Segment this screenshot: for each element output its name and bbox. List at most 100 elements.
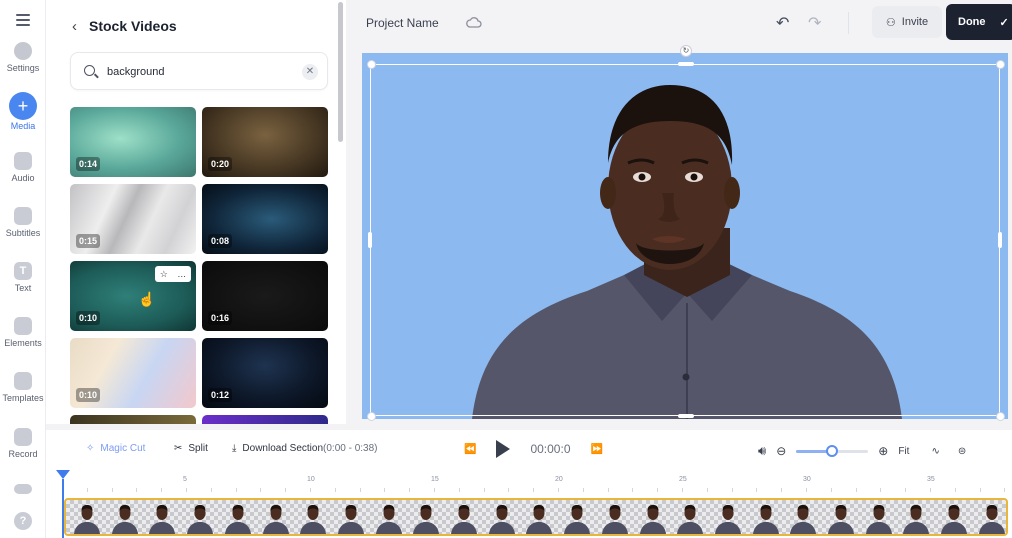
sparkle-icon: ✧ [86,443,95,454]
ruler-tick [86,488,88,492]
search-box: ✕ [70,52,328,90]
ruler-tick [954,488,956,492]
video-thumbnail[interactable]: 0:08 [202,184,328,254]
timeline-ruler: 5 10 15 20 25 30 35 [62,474,1012,492]
play-icon[interactable] [496,440,511,458]
video-thumbnail[interactable] [202,415,328,424]
text-icon: T [14,262,32,280]
ruler-tick [930,488,931,492]
rail-item-elements[interactable]: Elements [0,317,46,348]
top-bar: Project Name ↶ ↷ ⚇ Invite Done ✓ [346,0,1012,46]
rewind-icon[interactable]: ⏪ [464,444,476,455]
download-section-button[interactable]: ⤓ Download Section(0:00 - 0:38) [232,443,378,454]
rail-item-text[interactable]: T Text [0,262,46,293]
star-icon[interactable]: ☆ [160,269,168,280]
clip-frame [752,505,779,534]
rail-item-subtitles[interactable]: Subtitles [0,207,46,238]
magic-cut-button[interactable]: ✧ Magic Cut [86,443,145,454]
zoom-slider[interactable] [796,444,869,457]
panel-scrollbar[interactable] [338,2,343,142]
rail-item-help[interactable]: ? [0,512,46,533]
undo-icon[interactable]: ↶ [776,13,789,33]
video-track-clip[interactable] [64,498,1008,536]
left-rail: Settings + Media Audio Subtitles T Text … [0,0,46,538]
fit-button[interactable]: Fit [898,446,909,457]
timeline: ✧ Magic Cut ✂ Split ⤓ Download Section(0… [46,430,1012,538]
rail-item-settings[interactable]: Settings [0,42,46,73]
ruler-tick [458,488,460,492]
gear-icon [14,42,32,60]
playhead-icon[interactable] [56,470,70,479]
done-label: Done [958,16,986,28]
playback-controls: ⏪ 00:00:0 ⏩ [464,440,603,458]
video-thumbnail[interactable]: ☆ … ☝ 0:10 [70,261,196,331]
ruler-tick [756,488,758,492]
ruler-tick [310,488,311,492]
clip-frame [224,505,251,534]
rail-item-templates[interactable]: Templates [0,372,46,403]
resize-handle-left[interactable] [368,232,372,248]
back-arrow-icon[interactable]: ‹ [72,18,77,35]
split-button[interactable]: ✂ Split [174,443,208,454]
redo-icon[interactable]: ↷ [808,13,821,33]
download-icon: ⤓ [232,443,237,454]
resize-handle-bottom-right[interactable] [996,412,1005,421]
ruler-tick [806,488,807,492]
ruler-tick [706,488,708,492]
rail-item-record[interactable]: Record [0,428,46,459]
rail-item-more[interactable] [0,484,46,497]
video-duration: 0:16 [208,311,233,325]
ruler-tick [558,488,559,492]
resize-handle-top-right[interactable] [996,60,1005,69]
video-thumbnail[interactable]: 0:15 [70,184,196,254]
video-thumbnail[interactable]: 0:16 [202,261,328,331]
ruler-tick [632,488,634,492]
resize-handle-right[interactable] [998,232,1002,248]
zoom-in-icon[interactable]: ⊕ [878,444,888,458]
fast-forward-icon[interactable]: ⏩ [591,444,603,455]
clip-frame [375,505,402,534]
cloud-save-icon [466,17,482,28]
rail-item-label: Audio [11,173,35,183]
clear-search-icon[interactable]: ✕ [302,64,318,80]
done-button[interactable]: Done ✓ [946,4,1012,40]
rail-item-media[interactable]: + Media [0,92,46,131]
help-icon: ? [14,512,32,530]
zoom-out-icon[interactable]: ⊖ [776,444,786,458]
hamburger-menu-icon[interactable] [16,14,30,26]
clip-frame [111,505,138,534]
video-thumbnail[interactable] [70,415,196,424]
video-thumbnail[interactable]: 0:20 [202,107,328,177]
volume-icon[interactable]: 🔊︎ [758,443,766,459]
search-input[interactable] [107,62,287,82]
clip-frame [413,505,440,534]
video-thumbnail[interactable]: 0:14 [70,107,196,177]
ruler-tick [682,488,683,492]
ruler-tick [409,488,411,492]
video-thumbnail[interactable]: 0:10 [70,338,196,408]
captions-icon[interactable]: ⊜ [958,446,966,457]
resize-handle-bottom[interactable] [678,414,694,418]
clip-frame [451,505,477,534]
video-thumbnail[interactable]: 0:12 [202,338,328,408]
waveform-icon[interactable]: ∿ [931,446,939,457]
ruler-tick [979,488,981,492]
rotate-handle-icon[interactable]: ↻ [680,45,692,57]
ruler-tick [781,488,783,492]
record-icon [14,428,32,446]
project-name[interactable]: Project Name [366,16,439,30]
video-duration: 0:08 [208,234,233,248]
rail-item-audio[interactable]: Audio [0,152,46,183]
more-icon[interactable]: … [177,269,186,279]
zoom-slider-knob[interactable] [826,444,839,457]
video-canvas[interactable] [362,53,1008,419]
rail-item-label: Text [14,283,32,293]
clip-frame [149,505,176,534]
video-duration: 0:10 [76,388,101,402]
scissors-icon: ✂ [174,443,183,454]
invite-button[interactable]: ⚇ Invite [872,6,942,38]
resize-handle-top-left[interactable] [367,60,376,69]
resize-handle-top[interactable] [678,62,694,66]
ruler-tick [136,488,138,492]
resize-handle-bottom-left[interactable] [367,412,376,421]
